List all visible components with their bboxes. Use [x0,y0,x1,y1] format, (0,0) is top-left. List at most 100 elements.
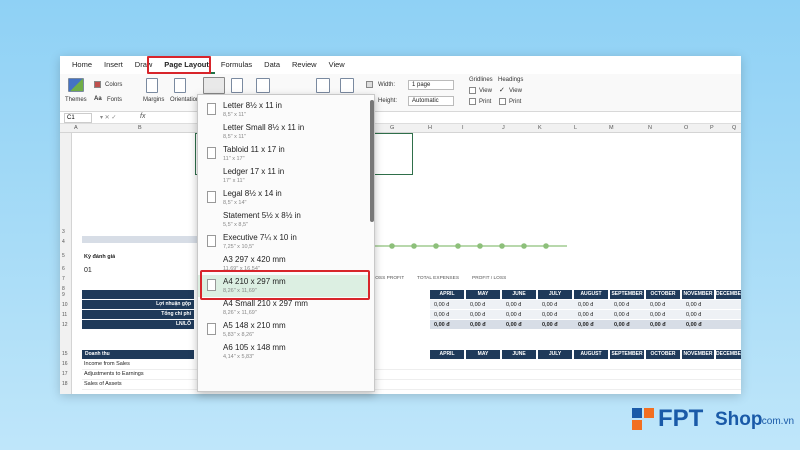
tab-view[interactable]: View [323,56,351,74]
value-cell[interactable]: 0,00 đ [686,322,702,328]
themes-icon[interactable] [68,78,84,92]
chart-point [433,243,439,249]
value-cell[interactable]: 0,00 đ [542,322,558,328]
tab-insert[interactable]: Insert [98,56,129,74]
col-header[interactable]: J [502,125,505,131]
fonts-icon[interactable]: Aa [94,96,102,102]
excel-window: Home Insert Draw Page Layout Formulas Da… [60,56,741,394]
row-header[interactable]: 3 [62,229,65,235]
value-cell[interactable]: 0,00 đ [470,322,486,328]
col-header[interactable]: P [710,125,714,131]
fx-icon[interactable]: fx [140,113,145,120]
col-header[interactable]: M [609,125,614,131]
row-header[interactable]: 16 [62,361,68,367]
headings-print-checkbox[interactable] [499,98,506,105]
value-cell[interactable]: 0,00 đ [614,322,630,328]
value-cell[interactable]: 0,00 đ [686,302,701,308]
col-header[interactable]: B [138,125,142,131]
row-header[interactable]: 17 [62,371,68,377]
background-icon[interactable] [316,78,330,93]
value-cell[interactable]: 0,00 đ [434,312,449,318]
page-size-option[interactable]: A4 Small 210 x 297 mm 8,26" x 11,69" [198,297,368,319]
orientation-icon[interactable] [174,78,186,93]
value-cell[interactable]: 0,00 đ [614,312,629,318]
row-header[interactable]: 9 [62,292,65,298]
revenue-header: Doanh thu [82,350,194,359]
name-box[interactable]: C1 [64,113,92,123]
value-cell[interactable]: 0,00 đ [506,322,522,328]
page-size-option-selected[interactable]: A4 210 x 297 mm 8,26" x 11,69" [198,275,368,297]
headings-view-checkbox[interactable]: ✓ [499,86,505,94]
value-cell[interactable]: 0,00 đ [470,302,485,308]
breaks-icon[interactable] [256,78,270,93]
col-header[interactable]: G [390,125,394,131]
sheet-grid[interactable]: Kỳ đánh giá 01 GROSS PROFIT TOTAL EXPENS… [72,133,741,394]
print-area-icon[interactable] [231,78,243,93]
value-cell[interactable]: 0,00 đ [686,312,701,318]
tab-review[interactable]: Review [286,56,323,74]
value-cell[interactable]: 0,00 đ [542,302,557,308]
gridlines-print-checkbox[interactable] [469,98,476,105]
tab-home[interactable]: Home [66,56,98,74]
value-cell[interactable]: 0,00 đ [578,322,594,328]
col-header[interactable]: I [462,125,464,131]
dropdown-scrollbar[interactable] [370,100,374,222]
page-size-option[interactable]: A5 148 x 210 mm 5,83" x 8,26" [198,319,368,341]
row-header[interactable]: 6 [62,266,65,272]
headings-label: Headings [498,77,524,83]
print-titles-icon[interactable] [340,78,354,93]
row-header[interactable]: 12 [62,322,68,328]
scale-icon[interactable] [366,81,373,88]
col-header[interactable]: O [684,125,688,131]
page-size-option[interactable]: A3 297 x 420 mm 11,69" x 16,54" [198,253,368,275]
col-header[interactable]: K [538,125,542,131]
page-size-option[interactable]: Letter Small 8½ x 11 in 8,5" x 11" [198,121,368,143]
value-cell[interactable]: 0,00 đ [542,312,557,318]
value-cell[interactable]: 0,00 đ [506,302,521,308]
col-header[interactable]: A [74,125,78,131]
col-header[interactable]: L [574,125,577,131]
value-cell[interactable]: 0,00 đ [506,312,521,318]
page-size-option[interactable]: Tabloid 11 x 17 in 11" x 17" [198,143,368,165]
fonts-label[interactable]: Fonts [107,97,122,103]
col-header[interactable]: Q [732,125,736,131]
row-header[interactable]: 15 [62,351,68,357]
col-header[interactable]: N [648,125,652,131]
tab-formulas[interactable]: Formulas [215,56,258,74]
period-value[interactable]: 01 [84,267,92,274]
width-select[interactable]: 1 page [408,80,454,90]
page-size-option[interactable]: Statement 5½ x 8½ in 5,5" x 8,5" [198,209,368,231]
value-cell[interactable]: 0,00 đ [650,322,666,328]
page-size-option[interactable]: Executive 7¼ x 10 in 7,25" x 10,5" [198,231,368,253]
value-cell[interactable]: 0,00 đ [470,312,485,318]
page-size-option[interactable]: Ledger 17 x 11 in 17" x 11" [198,165,368,187]
col-header[interactable]: H [428,125,432,131]
row-header[interactable]: 4 [62,239,65,245]
value-cell[interactable]: 0,00 đ [614,302,629,308]
margins-icon[interactable] [146,78,158,93]
value-cell[interactable]: 0,00 đ [650,312,665,318]
themes-label[interactable]: Themes [65,97,87,103]
page-size-option[interactable]: Letter 8½ x 11 in 8,5" x 11" [198,99,368,121]
value-cell[interactable]: 0,00 đ [434,322,450,328]
margins-label[interactable]: Margins [143,97,164,103]
orientation-label[interactable]: Orientation [170,97,199,103]
gridlines-view-checkbox[interactable] [469,87,476,94]
height-select[interactable]: Automatic [408,96,454,106]
page-icon [207,147,216,159]
row-header[interactable]: 5 [62,253,65,259]
value-cell[interactable]: 0,00 đ [434,302,449,308]
value-cell[interactable]: 0,00 đ [578,302,593,308]
colors-icon[interactable] [94,81,101,88]
row-header[interactable]: 7 [62,276,65,282]
value-cell[interactable]: 0,00 đ [650,302,665,308]
row-header[interactable]: 18 [62,381,68,387]
size-button[interactable] [203,77,225,94]
tab-data[interactable]: Data [258,56,286,74]
page-size-option[interactable]: Legal 8½ x 14 in 8,5" x 14" [198,187,368,209]
value-cell[interactable]: 0,00 đ [578,312,593,318]
colors-label[interactable]: Colors [105,82,122,88]
row-header[interactable]: 11 [62,312,67,318]
page-size-option[interactable]: A6 105 x 148 mm 4,14" x 5,83" [198,341,368,363]
row-header[interactable]: 10 [62,302,68,308]
